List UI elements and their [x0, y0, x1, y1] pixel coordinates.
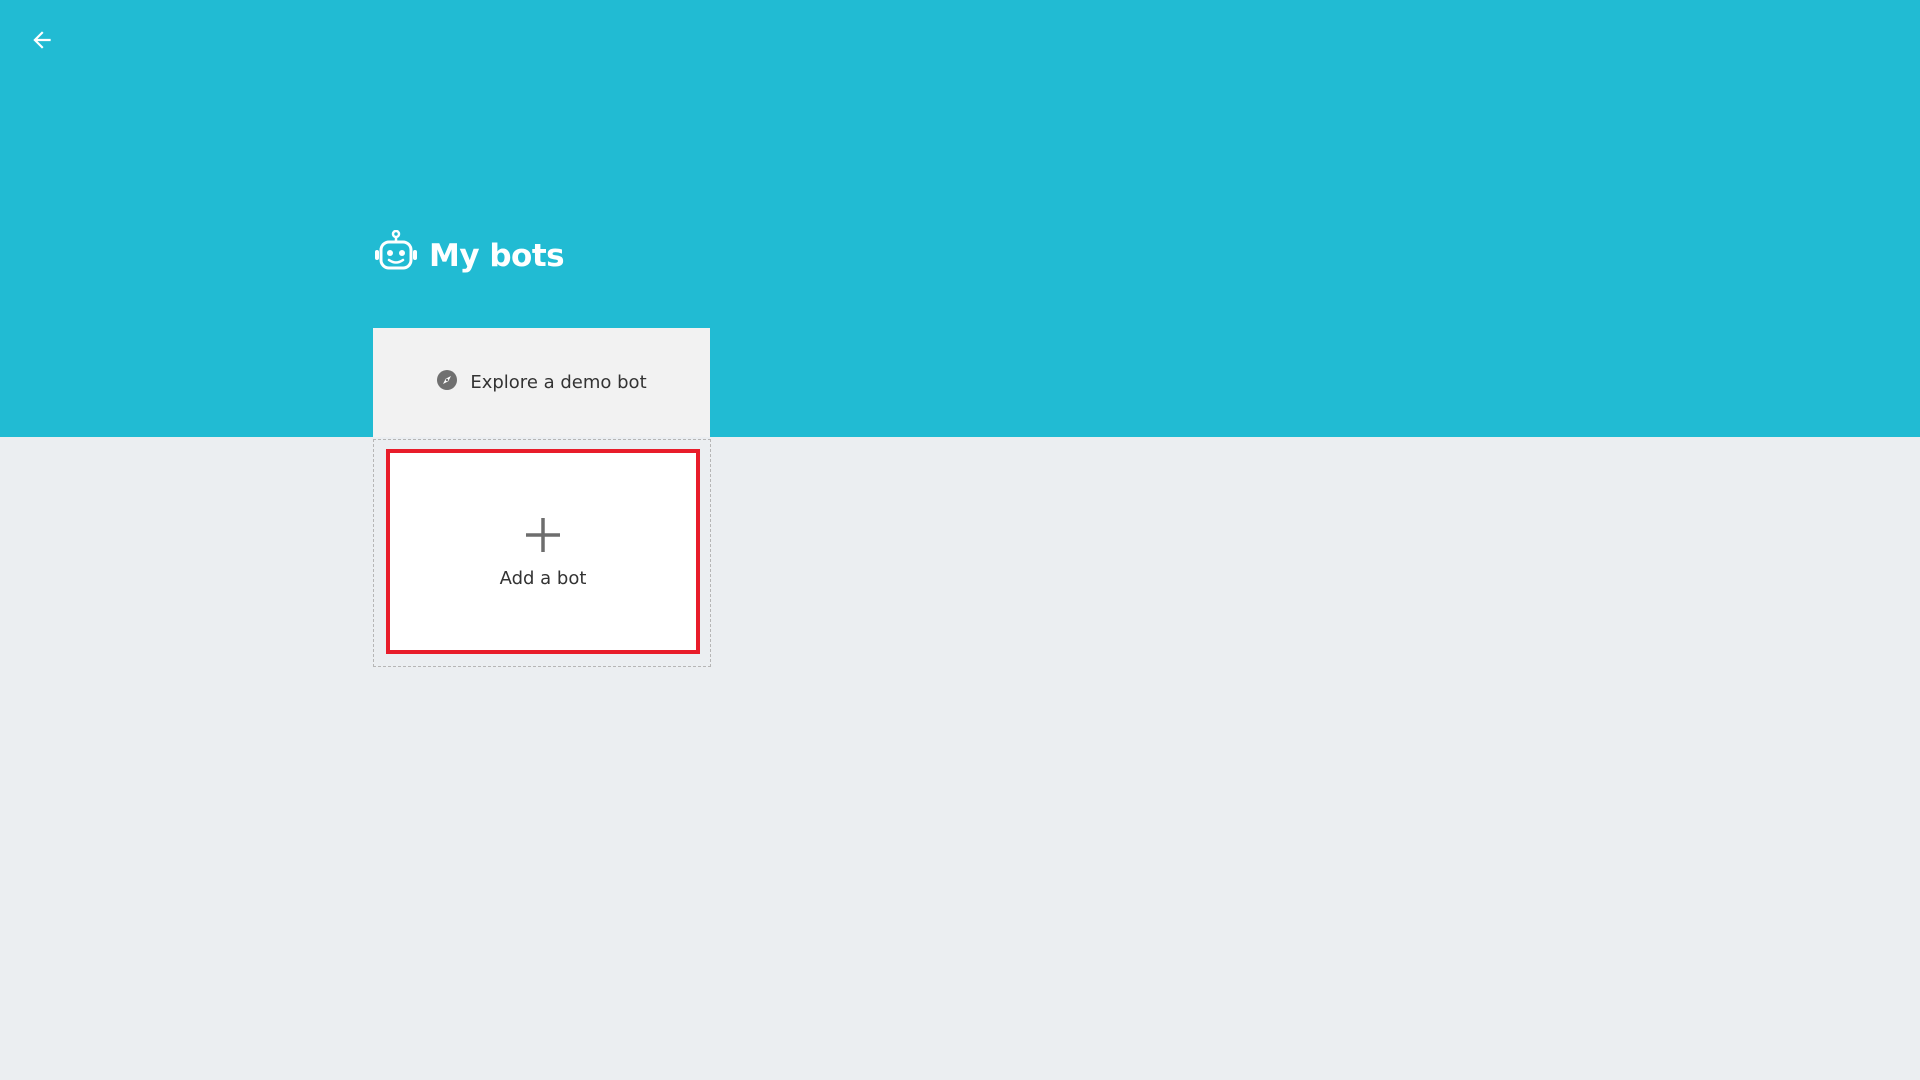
page-heading: My bots — [373, 229, 565, 281]
add-bot-label: Add a bot — [499, 567, 587, 589]
explore-demo-bot-label: Explore a demo bot — [470, 372, 647, 393]
arrow-left-icon — [29, 27, 55, 58]
compass-icon — [436, 369, 458, 396]
page-title: My bots — [429, 237, 565, 274]
robot-icon — [373, 229, 419, 281]
back-button[interactable] — [24, 24, 60, 60]
explore-demo-bot-card[interactable]: Explore a demo bot — [373, 328, 710, 437]
add-bot-button[interactable]: Add a bot — [386, 449, 700, 654]
plus-icon — [523, 515, 563, 560]
header-banner — [0, 0, 1920, 437]
